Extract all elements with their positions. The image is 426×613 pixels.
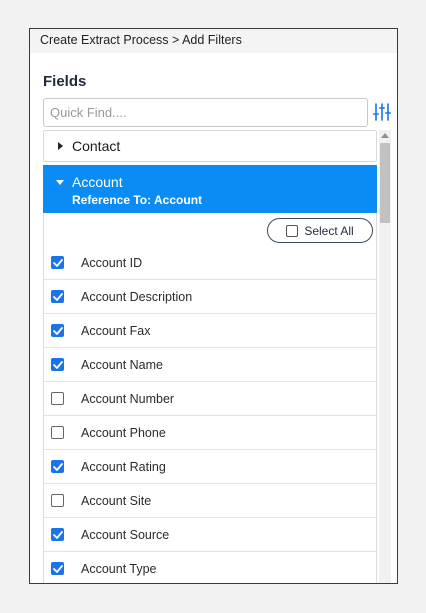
field-row[interactable]: Account ID (43, 246, 377, 280)
field-checkbox[interactable] (51, 426, 64, 439)
checkmark-icon (52, 292, 63, 301)
field-checkbox[interactable] (51, 256, 64, 269)
breadcrumb: Create Extract Process > Add Filters (30, 29, 397, 53)
field-label: Account Site (81, 493, 152, 508)
group-account[interactable]: Account Reference To: Account (43, 165, 377, 213)
field-label: Account Type (81, 561, 157, 576)
checkmark-icon (52, 530, 63, 539)
field-label: Account Number (81, 391, 175, 406)
field-checkbox[interactable] (51, 290, 64, 303)
fields-heading: Fields (43, 73, 87, 90)
caret-down-icon (56, 179, 64, 185)
field-row[interactable]: Account Site (43, 484, 377, 518)
field-label: Account Phone (81, 425, 166, 440)
field-row[interactable]: Account Description (43, 280, 377, 314)
field-row[interactable]: Account Number (43, 382, 377, 416)
field-checkbox[interactable] (51, 562, 64, 575)
field-checkbox[interactable] (51, 358, 64, 371)
scroll-thumb[interactable] (380, 143, 390, 223)
checkmark-icon (52, 360, 63, 369)
field-label: Account Fax (81, 323, 151, 338)
field-checkbox[interactable] (51, 324, 64, 337)
field-row[interactable]: Account Fax (43, 314, 377, 348)
field-list: Account ID Account Description Account F… (43, 246, 377, 583)
field-checkbox[interactable] (51, 392, 64, 405)
quick-find-input[interactable] (43, 98, 368, 127)
checkmark-icon (52, 326, 63, 335)
select-all-checkbox[interactable] (286, 224, 299, 237)
field-label: Account ID (81, 255, 143, 270)
field-label: Account Name (81, 357, 163, 372)
field-label: Account Rating (81, 459, 166, 474)
field-row[interactable]: Account Rating (43, 450, 377, 484)
field-checkbox[interactable] (51, 460, 64, 473)
select-all-label: Select All (304, 223, 354, 238)
field-row[interactable]: Account Phone (43, 416, 377, 450)
add-filters-panel: Create Extract Process > Add Filters Fie… (29, 28, 398, 584)
checkmark-icon (52, 258, 63, 267)
field-checkbox[interactable] (51, 494, 64, 507)
group-contact[interactable]: Contact (43, 130, 377, 162)
filter-sliders-icon[interactable] (373, 101, 391, 123)
fields-tree: Contact Account Reference To: Account Se… (43, 130, 377, 583)
group-account-label: Account (72, 174, 123, 190)
field-checkbox[interactable] (51, 528, 64, 541)
scroll-up-arrow-icon[interactable] (381, 133, 389, 138)
checkmark-icon (52, 564, 63, 573)
select-all-button[interactable]: Select All (267, 218, 373, 243)
group-account-reference: Reference To: Account (72, 193, 203, 207)
checkmark-icon (52, 462, 63, 471)
field-label: Account Description (81, 289, 193, 304)
select-all-row: Select All (43, 213, 377, 246)
field-row[interactable]: Account Source (43, 518, 377, 552)
field-row[interactable]: Account Type (43, 552, 377, 583)
caret-right-icon (58, 142, 63, 150)
field-row[interactable]: Account Name (43, 348, 377, 382)
group-contact-label: Contact (72, 138, 121, 154)
scrollbar[interactable] (379, 130, 391, 583)
field-label: Account Source (81, 527, 170, 542)
